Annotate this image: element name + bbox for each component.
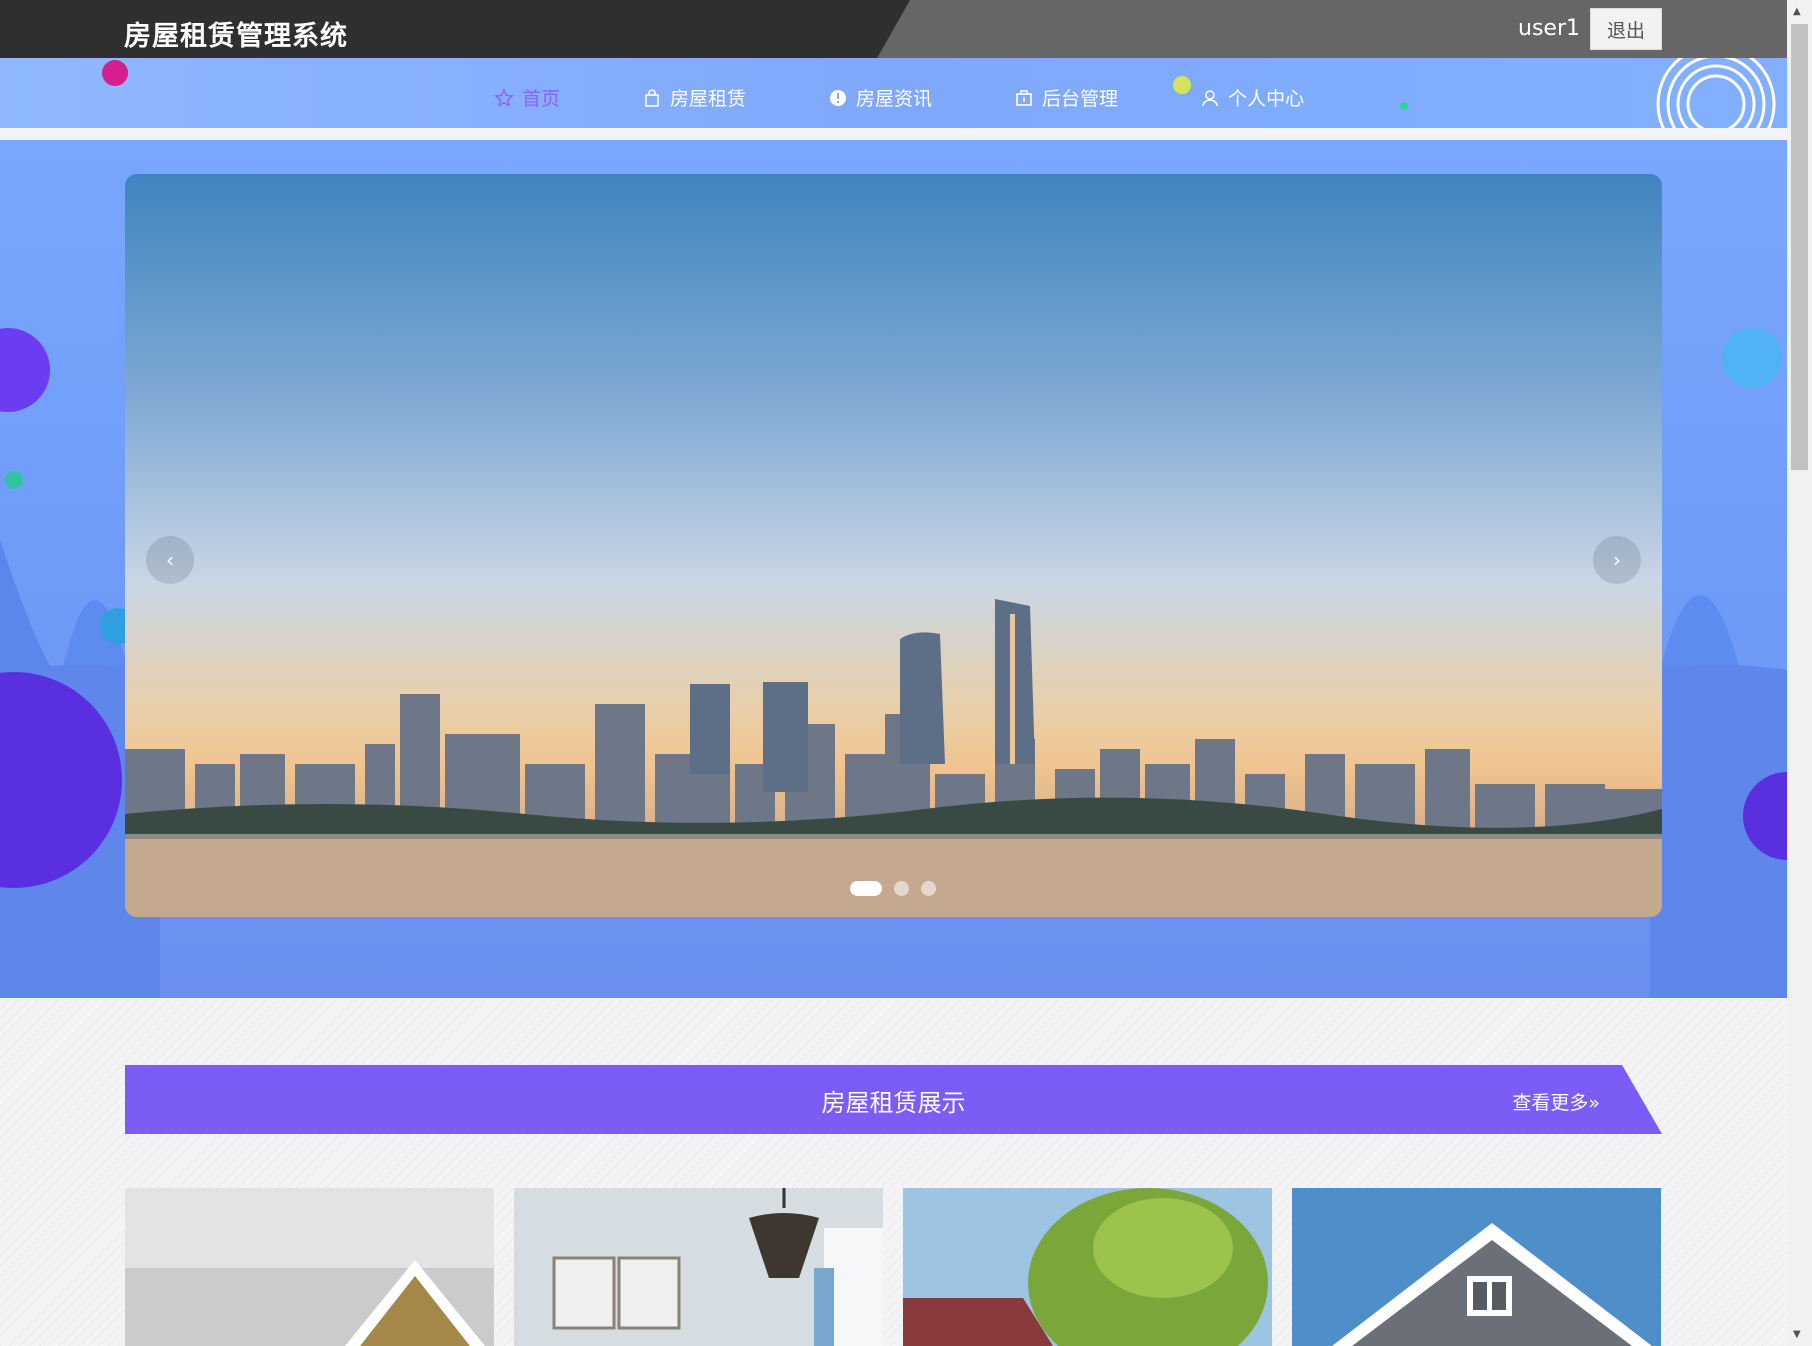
house-card[interactable] — [903, 1188, 1272, 1346]
tree-house-image — [903, 1188, 1272, 1346]
room-image — [514, 1188, 883, 1346]
nav-item-label: 个人中心 — [1228, 88, 1305, 110]
gable-house-image — [1292, 1188, 1661, 1346]
main-nav: 首页 房屋租赁 房屋资讯 后台管理 个人中心 — [0, 58, 1787, 134]
nav-item-label: 房屋资讯 — [856, 88, 933, 110]
nav-item-label: 首页 — [522, 88, 561, 110]
nav-item-admin[interactable]: 后台管理 — [1014, 84, 1118, 111]
username-label: user1 — [1518, 16, 1580, 41]
nav-items: 首页 房屋租赁 房屋资讯 后台管理 个人中心 — [494, 84, 1386, 111]
image-carousel[interactable]: ‹ › — [125, 174, 1662, 917]
section-header: 房屋租赁展示 查看更多» — [125, 1065, 1662, 1134]
carousel-prev-button[interactable]: ‹ — [146, 536, 194, 584]
top-header: 房屋租赁管理系统 user1 退出 — [0, 0, 1787, 58]
house-card[interactable] — [514, 1188, 883, 1346]
decor-ball — [102, 60, 128, 86]
bag-icon — [642, 88, 662, 108]
house-card[interactable] — [1292, 1188, 1661, 1346]
decor-ball — [1400, 102, 1408, 110]
nav-item-rental[interactable]: 房屋租赁 — [642, 84, 746, 111]
nav-item-label: 房屋租赁 — [670, 88, 747, 110]
rental-showcase-section: 房屋租赁展示 查看更多» — [0, 1000, 1787, 1346]
house-image — [125, 1188, 494, 1346]
carousel-indicators — [850, 881, 936, 896]
star-icon — [494, 87, 514, 108]
scroll-down-arrow-icon[interactable]: ▼ — [1793, 1329, 1801, 1340]
section-title: 房屋租赁展示 — [821, 1089, 966, 1117]
city-skyline-image — [125, 599, 1662, 917]
page-scrollbar[interactable]: ▲ ▼ — [1787, 0, 1812, 1346]
house-card-list — [125, 1188, 1661, 1346]
site-title: 房屋租赁管理系统 — [124, 21, 348, 52]
info-icon — [828, 88, 848, 108]
carousel-indicator[interactable] — [894, 881, 909, 896]
nav-item-news[interactable]: 房屋资讯 — [828, 84, 932, 111]
house-card[interactable] — [125, 1188, 494, 1346]
nav-item-profile[interactable]: 个人中心 — [1200, 84, 1304, 111]
scrollbar-thumb[interactable] — [1791, 24, 1808, 470]
carousel-indicator[interactable] — [850, 881, 882, 896]
decor-rings — [1656, 58, 1776, 128]
scroll-up-arrow-icon[interactable]: ▲ — [1793, 6, 1801, 17]
carousel-indicator[interactable] — [921, 881, 936, 896]
logout-button[interactable]: 退出 — [1590, 8, 1662, 50]
view-more-link[interactable]: 查看更多» — [1512, 1088, 1600, 1115]
nav-item-label: 后台管理 — [1042, 88, 1119, 110]
hero-banner: ‹ › — [0, 140, 1787, 998]
user-icon — [1200, 88, 1220, 108]
briefcase-icon — [1014, 88, 1034, 108]
carousel-next-button[interactable]: › — [1593, 536, 1641, 584]
nav-item-home[interactable]: 首页 — [494, 84, 560, 111]
